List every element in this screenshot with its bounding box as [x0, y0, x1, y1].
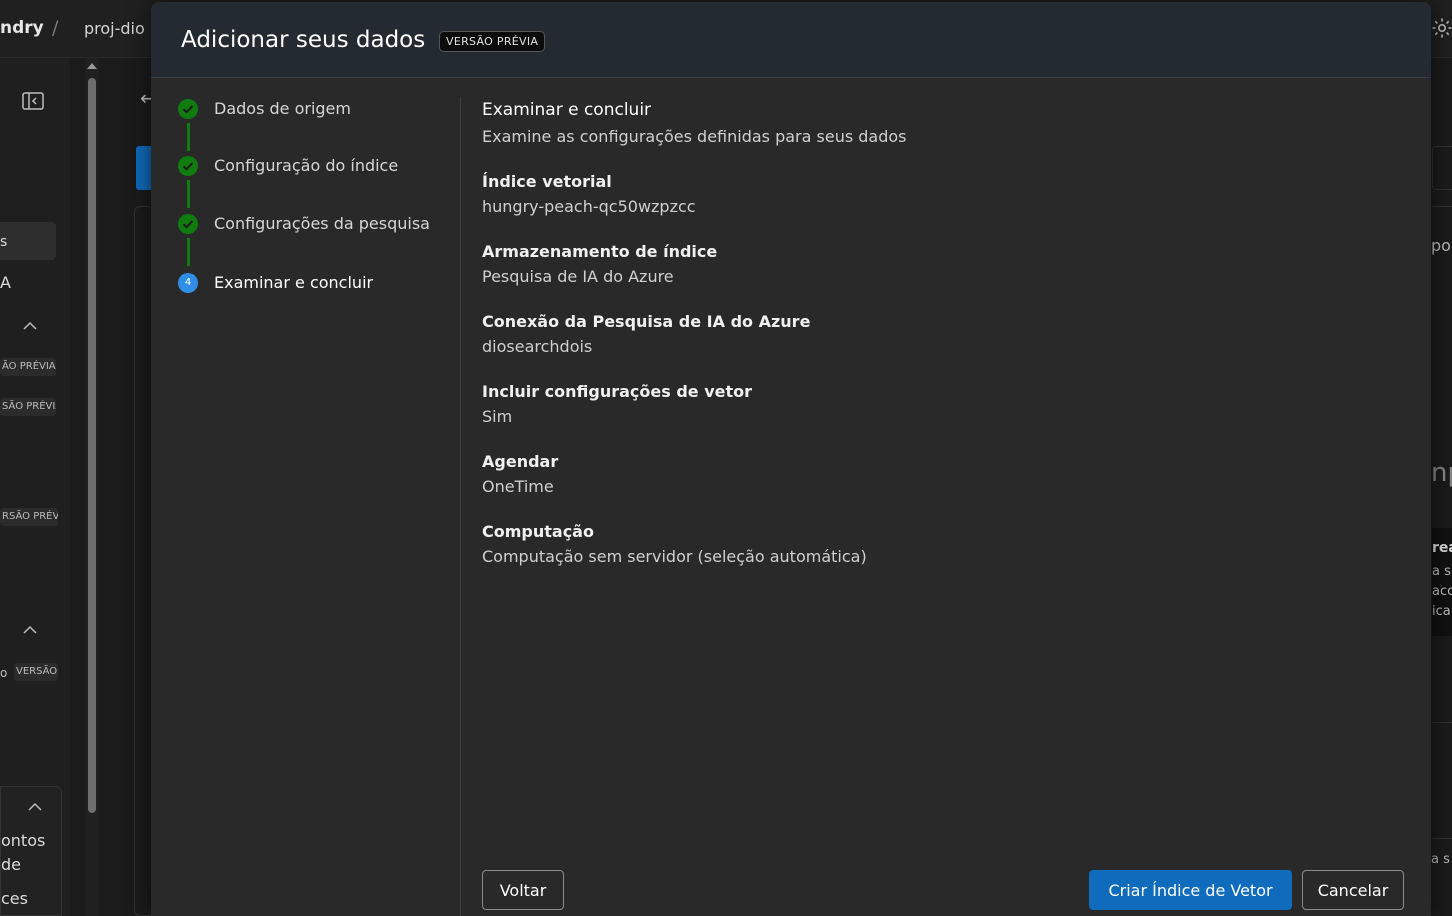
gear-icon[interactable] — [1430, 16, 1452, 40]
step-label: Examinar e concluir — [214, 273, 374, 292]
right-card: rea a s acci ica — [1432, 528, 1452, 636]
sidebar-item-active[interactable]: s — [0, 222, 56, 260]
review-subtitle: Examine as configurações definidas para … — [482, 127, 907, 146]
preview-badge: VERSÃO — [14, 663, 58, 681]
preview-badge: ÃO PRÉVIA — [0, 358, 56, 376]
field-label-vector-index: Índice vetorial — [482, 172, 612, 191]
divider — [1432, 722, 1452, 723]
dialog-divider — [460, 97, 461, 916]
card-text: de — [1, 855, 21, 874]
card-text: ontos — [1, 831, 46, 850]
field-value-index-storage: Pesquisa de IA do Azure — [482, 267, 674, 286]
step-connector — [187, 123, 190, 151]
add-data-dialog: Adicionar seus dados VERSÃO PRÉVIA Dados… — [151, 2, 1431, 916]
field-value-vector-settings: Sim — [482, 407, 513, 426]
field-label-compute: Computação — [482, 522, 594, 541]
field-label-vector-settings: Incluir configurações de vetor — [482, 382, 753, 401]
checkmark-icon — [178, 99, 198, 119]
preview-badge: RSÃO PRÉVI — [0, 508, 58, 526]
right-card-text: acci — [1432, 584, 1452, 599]
right-heading: np — [1431, 458, 1452, 488]
chevron-up-icon[interactable] — [22, 624, 38, 636]
preview-badge: VERSÃO PRÉVIA — [439, 31, 546, 52]
sidebar-item-a[interactable]: A — [0, 273, 11, 292]
sidebar-item-label: s — [0, 234, 8, 250]
field-label-schedule: Agendar — [482, 452, 559, 471]
right-card-title: rea — [1432, 540, 1452, 556]
field-label-search-connection: Conexão da Pesquisa de IA do Azure — [482, 312, 811, 331]
checkmark-icon — [178, 156, 198, 176]
cancel-button[interactable]: Cancelar — [1302, 870, 1404, 910]
step-label: Configurações da pesquisa — [214, 214, 430, 233]
chevron-up-icon[interactable] — [27, 801, 43, 813]
field-value-vector-index: hungry-peach-qc50wzpzcc — [482, 197, 696, 216]
right-text: a s — [1431, 852, 1450, 867]
back-button[interactable]: Voltar — [482, 870, 564, 910]
preview-badge: SÃO PRÉVIA — [0, 398, 56, 416]
right-input-bg[interactable] — [1432, 146, 1452, 190]
step-number-icon: 4 — [178, 273, 198, 293]
scroll-up-icon[interactable] — [86, 62, 98, 70]
review-title: Examinar e concluir — [482, 100, 652, 120]
app-brand[interactable]: ndry — [0, 18, 44, 38]
step-connector — [187, 238, 190, 266]
right-card-text: ica — [1432, 604, 1451, 619]
chevron-up-icon[interactable] — [22, 320, 38, 332]
divider — [1432, 838, 1452, 839]
dialog-header: Adicionar seus dados VERSÃO PRÉVIA — [151, 2, 1431, 78]
field-value-compute: Computação sem servidor (seleção automát… — [482, 547, 867, 566]
scrollbar-thumb[interactable] — [88, 78, 96, 813]
sidebar-card: ontos de ces — [0, 786, 62, 916]
field-value-search-connection: diosearchdois — [482, 337, 593, 356]
right-card-text: a s — [1432, 564, 1451, 579]
sidebar-item-o[interactable]: o — [0, 666, 7, 680]
step-label: Configuração do índice — [214, 156, 399, 175]
checkmark-icon — [178, 214, 198, 234]
card-text: ces — [1, 889, 28, 908]
field-value-schedule: OneTime — [482, 477, 554, 496]
create-vector-index-button[interactable]: Criar Índice de Vetor — [1089, 870, 1292, 910]
breadcrumb-project[interactable]: proj-dio — [84, 19, 145, 38]
collapse-sidebar-icon[interactable] — [22, 92, 44, 110]
step-connector — [187, 180, 190, 208]
divider — [1432, 206, 1452, 207]
field-label-index-storage: Armazenamento de índice — [482, 242, 718, 261]
dialog-title: Adicionar seus dados — [181, 27, 426, 53]
breadcrumb-separator: / — [52, 17, 59, 39]
right-text: po — [1431, 236, 1451, 255]
step-label: Dados de origem — [214, 99, 351, 118]
